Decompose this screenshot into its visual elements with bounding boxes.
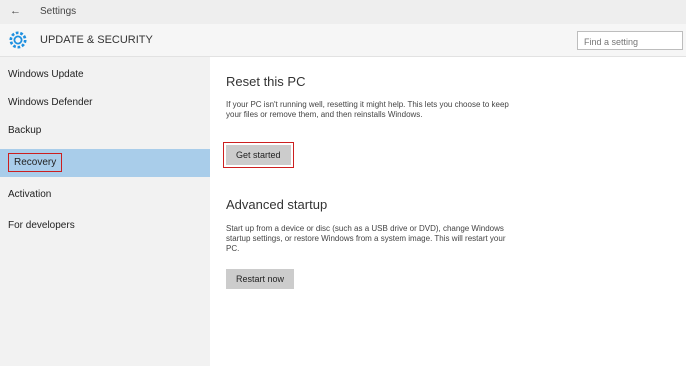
back-arrow-icon[interactable]: ← <box>10 5 21 17</box>
sidebar-item-label: Windows Update <box>8 69 84 80</box>
sidebar-item-label: Recovery <box>8 153 63 172</box>
sidebar: Windows Update Windows Defender Backup R… <box>0 57 210 366</box>
sidebar-item-backup[interactable]: Backup <box>0 117 210 145</box>
window-title: Settings <box>40 6 77 17</box>
sidebar-item-windows-defender[interactable]: Windows Defender <box>0 89 210 117</box>
sidebar-item-label: Windows Defender <box>8 97 93 108</box>
reset-pc-title: Reset this PC <box>226 74 306 89</box>
sidebar-item-label: Backup <box>8 125 42 136</box>
search-input[interactable] <box>578 33 682 51</box>
gear-icon <box>9 31 27 49</box>
title-bar: ← Settings <box>0 0 686 24</box>
sidebar-item-for-developers[interactable]: For developers <box>0 212 210 240</box>
restart-now-button[interactable]: Restart now <box>226 269 295 289</box>
advanced-startup-description: Start up from a device or disc (such as … <box>226 224 506 253</box>
reset-pc-description: If your PC isn't running well, resetting… <box>226 100 509 119</box>
main-content: Reset this PC If your PC isn't running w… <box>210 57 686 366</box>
advanced-startup-title: Advanced startup <box>226 197 328 212</box>
page-header: UPDATE & SECURITY <box>0 24 686 57</box>
sidebar-item-label: For developers <box>8 220 75 231</box>
sidebar-item-activation[interactable]: Activation <box>0 181 210 209</box>
sidebar-item-label: Activation <box>8 189 52 200</box>
get-started-button[interactable]: Get started <box>223 142 294 168</box>
page-header-title: UPDATE & SECURITY <box>40 34 153 46</box>
sidebar-item-recovery[interactable]: Recovery <box>0 149 210 177</box>
sidebar-item-windows-update[interactable]: Windows Update <box>0 61 210 89</box>
search-box[interactable] <box>577 31 683 51</box>
